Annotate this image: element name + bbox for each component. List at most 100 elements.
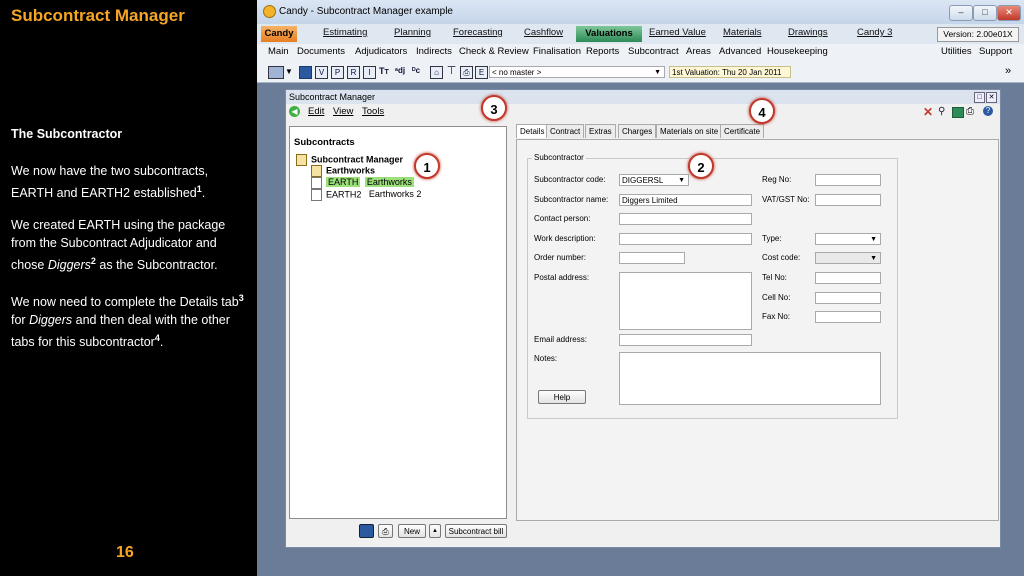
master-select[interactable]: < no master > ▼	[489, 66, 665, 78]
building-icon[interactable]: ⌂	[430, 66, 443, 79]
type-select[interactable]: ▼	[815, 233, 881, 245]
overflow-chevron-icon[interactable]: »	[1005, 65, 1011, 77]
bottom-print-icon[interactable]: ⎙	[378, 524, 393, 538]
subcontractor-name-field[interactable]: Diggers Limited	[619, 194, 752, 206]
callout-3: 3	[481, 95, 507, 121]
tab-contract[interactable]: Contract	[546, 124, 585, 138]
app-window: Candy - Subcontract Manager example – □ …	[257, 0, 1024, 576]
dialog-close-icon[interactable]: ✕	[986, 92, 997, 103]
menu-check-review[interactable]: Check & Review	[459, 46, 529, 57]
toolbar: ▼ V P R I TT ᵃdj ᴰc ⌂ ⊤ ⎙ E < no master …	[257, 62, 1024, 83]
r-icon[interactable]: R	[347, 66, 360, 79]
callout-4: 4	[749, 98, 775, 124]
menu-housekeeping[interactable]: Housekeeping	[767, 46, 828, 57]
help-icon[interactable]: ?	[983, 106, 993, 116]
find-icon[interactable]: ⚲	[938, 106, 945, 117]
title-bar: Candy - Subcontract Manager example – □ …	[257, 0, 1024, 24]
work-description-field[interactable]	[619, 233, 752, 245]
tab-materials-on-site[interactable]: Materials on site	[656, 124, 723, 138]
dropdown-arrow-icon[interactable]: ▼	[285, 67, 293, 76]
menu-finalisation[interactable]: Finalisation	[533, 46, 581, 57]
menu-subcontract[interactable]: Subcontract	[628, 46, 679, 57]
email-address-field[interactable]	[619, 334, 752, 346]
slide-notes-panel: Subcontract Manager The Subcontractor We…	[0, 0, 257, 576]
email-label: Email address:	[534, 335, 587, 344]
menu-areas[interactable]: Areas	[686, 46, 711, 57]
menu-utilities[interactable]: Utilities	[941, 46, 972, 57]
tab-candy[interactable]: Candy	[261, 26, 297, 42]
tab-planning[interactable]: Planning	[394, 27, 431, 38]
tab-estimating[interactable]: Estimating	[323, 27, 367, 38]
close-icon[interactable]: ✕	[997, 5, 1021, 21]
layers-icon[interactable]	[299, 66, 312, 79]
p-icon[interactable]: P	[331, 66, 344, 79]
paragraph-3: We now need to complete the Details tab3…	[11, 293, 244, 350]
slide-title: Subcontract Manager	[11, 6, 185, 25]
dialog-menu-edit[interactable]: Edit	[308, 106, 324, 117]
group-title: Subcontractor	[532, 153, 586, 162]
subcontract-bill-button[interactable]: Subcontract bill	[445, 524, 507, 538]
maximize-icon[interactable]: □	[973, 5, 997, 21]
tab-candy-3[interactable]: Candy 3	[857, 27, 892, 38]
i-icon[interactable]: I	[363, 66, 376, 79]
tree-item-earth2[interactable]: EARTH2 Earthworks 2	[311, 189, 421, 201]
chevron-down-icon: ▼	[654, 69, 661, 76]
order-number-field[interactable]	[619, 252, 685, 264]
menu-main[interactable]: Main	[268, 46, 289, 57]
restore-icon[interactable]: □	[974, 92, 985, 103]
new-button[interactable]: New	[398, 524, 426, 538]
cell-no-field[interactable]	[815, 292, 881, 304]
tab-valuations[interactable]: Valuations	[576, 26, 642, 42]
tab-earned-value[interactable]: Earned Value	[649, 27, 706, 38]
tab-cashflow[interactable]: Cashflow	[524, 27, 563, 38]
print-icon[interactable]: ⎙	[966, 106, 974, 117]
menu-reports[interactable]: Reports	[586, 46, 619, 57]
tab-certificate[interactable]: Certificate	[720, 124, 765, 138]
subcontractor-code-select[interactable]: DIGGERSL ▼	[619, 174, 689, 186]
help-button[interactable]: Help	[538, 390, 586, 404]
order-label: Order number:	[534, 253, 587, 262]
tab-materials[interactable]: Materials	[723, 27, 762, 38]
vat-no-field[interactable]	[815, 194, 881, 206]
v-icon[interactable]: V	[315, 66, 328, 79]
chevron-up-icon[interactable]: ▲	[429, 524, 441, 538]
tab-extras[interactable]: Extras	[585, 124, 616, 138]
tab-drawings[interactable]: Drawings	[788, 27, 828, 38]
menu-advanced[interactable]: Advanced	[719, 46, 761, 57]
menu-documents[interactable]: Documents	[297, 46, 345, 57]
e-icon[interactable]: E	[475, 66, 488, 79]
adjust-icon[interactable]: ᵃdj	[395, 66, 405, 75]
dialog-menu-tools[interactable]: Tools	[362, 106, 384, 117]
contact-person-field[interactable]	[619, 213, 752, 225]
font-size-icon[interactable]: TT	[379, 66, 389, 76]
menu-indirects[interactable]: Indirects	[416, 46, 452, 57]
fax-no-field[interactable]	[815, 311, 881, 323]
delete-icon[interactable]: ✕	[923, 105, 933, 119]
tree-item-code: EARTH2	[326, 189, 362, 200]
reg-no-field[interactable]	[815, 174, 881, 186]
menu-support[interactable]: Support	[979, 46, 1012, 57]
tab-forecasting[interactable]: Forecasting	[453, 27, 503, 38]
notes-field[interactable]	[619, 352, 881, 405]
tel-no-field[interactable]	[815, 272, 881, 284]
subcontract-icon[interactable]: ᴰc	[412, 66, 420, 75]
tab-charges[interactable]: Charges	[618, 124, 657, 138]
stack-icon[interactable]	[359, 524, 374, 538]
dialog-title: Subcontract Manager	[289, 92, 376, 102]
dialog-menu-view[interactable]: View	[333, 106, 353, 117]
tree-item-code: EARTH	[326, 177, 361, 188]
tool-icon[interactable]: ⊤	[446, 66, 457, 77]
tree-item-earth[interactable]: EARTH Earthworks	[311, 177, 414, 189]
tree-group-earthworks[interactable]: Earthworks	[311, 165, 375, 177]
excel-icon[interactable]	[952, 107, 964, 118]
subcontracts-tree: Subcontracts Subcontract Manager Earthwo…	[289, 126, 507, 519]
back-arrow-icon[interactable]: ◀	[289, 106, 300, 117]
minimize-icon[interactable]: –	[949, 5, 973, 21]
printer-icon[interactable]: ⎙	[460, 66, 473, 79]
candy-logo-icon	[263, 5, 276, 18]
menu-adjudicators[interactable]: Adjudicators	[355, 46, 407, 57]
cost-code-select[interactable]: ▼	[815, 252, 881, 264]
tab-details[interactable]: Details	[516, 124, 549, 138]
postal-address-field[interactable]	[619, 272, 752, 330]
screen-icon[interactable]	[268, 66, 284, 79]
